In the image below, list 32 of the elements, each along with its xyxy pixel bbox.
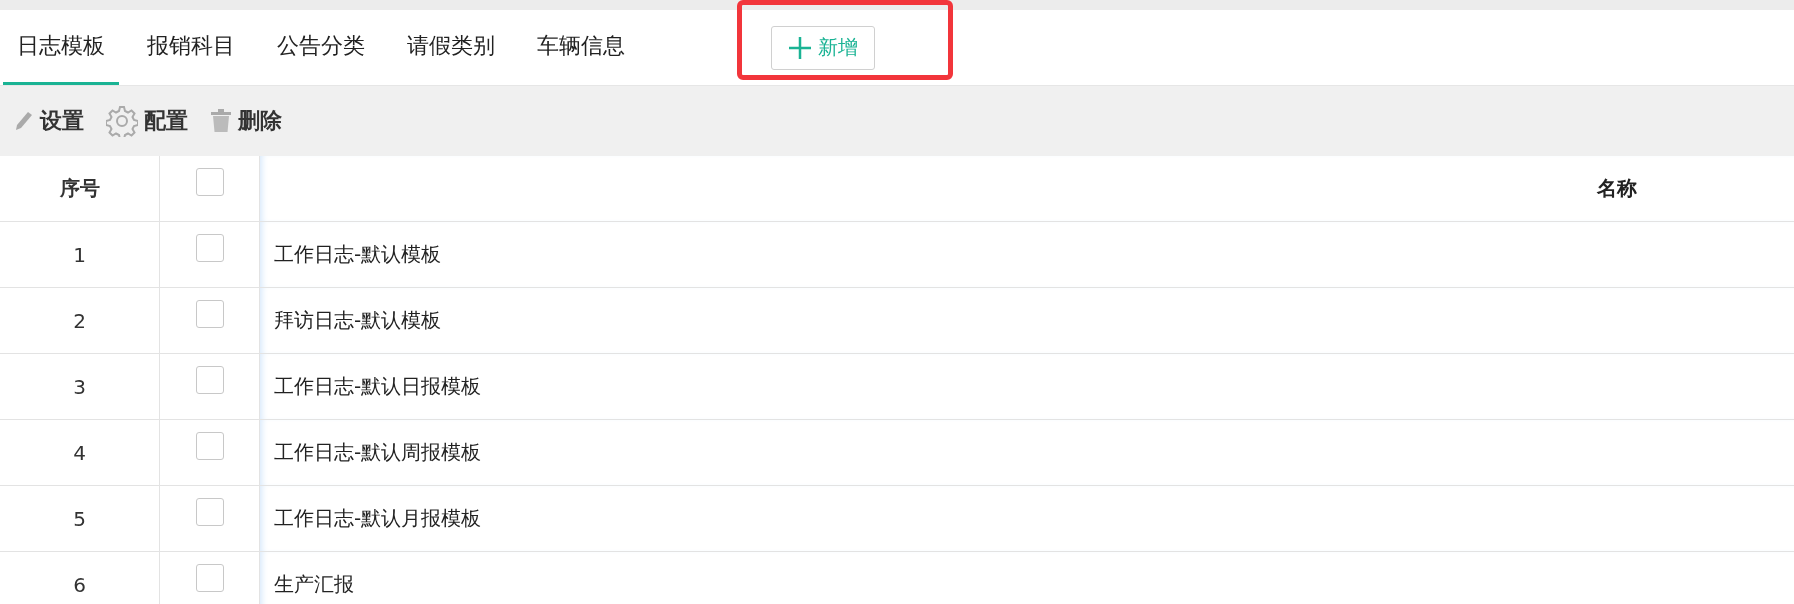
- column-header: 序号: [0, 156, 160, 222]
- table-cell: 工作日志-默认周报模板: [260, 420, 1794, 486]
- table-cell: 工作日志-默认日报模板: [260, 354, 1794, 420]
- table-cell: 6: [0, 552, 160, 604]
- plus-icon: [788, 35, 812, 60]
- table-cell: 5: [0, 486, 160, 552]
- table-cell: 工作日志-默认模板: [260, 222, 1794, 288]
- column-header: 名称: [260, 156, 1794, 222]
- table-cell: 工作日志-默认月报模板: [260, 486, 1794, 552]
- checkbox[interactable]: [195, 300, 224, 328]
- table-cell: 拜访日志-默认模板: [260, 288, 1794, 354]
- trash-icon: [210, 109, 232, 133]
- tab[interactable]: 公告分类: [263, 10, 379, 85]
- table-cell: 3: [0, 354, 160, 420]
- gear-icon: [106, 105, 138, 137]
- table-cell: 4: [0, 420, 160, 486]
- pencil-icon: [14, 110, 34, 132]
- checkbox[interactable]: [195, 564, 224, 592]
- tab[interactable]: 报销科目: [133, 10, 249, 85]
- toolbar-button[interactable]: 设置: [14, 106, 84, 136]
- toolbar-button[interactable]: 删除: [210, 106, 282, 136]
- checkbox[interactable]: [195, 498, 224, 526]
- checkbox[interactable]: [195, 432, 224, 460]
- checkbox[interactable]: [195, 366, 224, 394]
- tab[interactable]: 车辆信息: [523, 10, 639, 85]
- toolbar-button[interactable]: 配置: [106, 105, 188, 137]
- tab[interactable]: 请假类别: [393, 10, 509, 85]
- table-cell: 生产汇报: [260, 552, 1794, 604]
- table-cell: 1: [0, 222, 160, 288]
- checkbox[interactable]: [195, 168, 224, 196]
- table-cell: 2: [0, 288, 160, 354]
- checkbox[interactable]: [195, 234, 224, 262]
